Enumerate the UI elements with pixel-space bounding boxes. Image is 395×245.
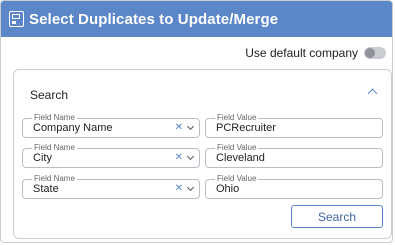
- field-name-value: City: [33, 152, 52, 164]
- chevron-down-icon[interactable]: [186, 183, 195, 192]
- field-value-text: Cleveland: [216, 152, 265, 164]
- chevron-down-icon[interactable]: [186, 122, 195, 131]
- field-name-select-3[interactable]: Field Name State ✕: [22, 174, 200, 199]
- field-name-label: Field Name: [32, 143, 77, 152]
- search-panel-title: Search: [30, 88, 69, 102]
- default-company-row: Use default company: [245, 46, 386, 60]
- field-value-input-2[interactable]: Field Value Cleveland: [205, 143, 383, 168]
- toggle-knob: [365, 48, 375, 58]
- dialog-title: Select Duplicates to Update/Merge: [29, 10, 279, 28]
- clear-icon[interactable]: ✕: [175, 122, 183, 134]
- default-company-label: Use default company: [245, 46, 358, 60]
- default-company-toggle[interactable]: [364, 47, 386, 59]
- field-value-label: Field Value: [215, 174, 259, 183]
- field-name-label: Field Name: [32, 174, 77, 183]
- field-value-text: Ohio: [216, 183, 240, 195]
- dialog-header: Select Duplicates to Update/Merge: [1, 1, 392, 37]
- field-value-text: PCRecruiter: [216, 122, 276, 134]
- field-value-label: Field Value: [215, 143, 259, 152]
- field-name-select-1[interactable]: Field Name Company Name ✕: [22, 113, 200, 138]
- search-panel: Search Field Name Company Name ✕ Field V…: [13, 69, 392, 239]
- field-value-input-1[interactable]: Field Value PCRecruiter: [205, 113, 383, 138]
- field-name-select-2[interactable]: Field Name City ✕: [22, 143, 200, 168]
- field-name-label: Field Name: [32, 113, 77, 122]
- chevron-up-icon[interactable]: [367, 88, 378, 99]
- clear-icon[interactable]: ✕: [175, 152, 183, 164]
- chevron-down-icon[interactable]: [186, 152, 195, 161]
- field-name-value: Company Name: [33, 122, 113, 134]
- field-name-value: State: [33, 183, 59, 195]
- document-icon: [9, 11, 24, 27]
- search-button[interactable]: Search: [291, 205, 383, 228]
- clear-icon[interactable]: ✕: [175, 183, 183, 195]
- field-value-label: Field Value: [215, 113, 259, 122]
- field-value-input-3[interactable]: Field Value Ohio: [205, 174, 383, 199]
- dialog: Select Duplicates to Update/Merge Use de…: [0, 0, 393, 243]
